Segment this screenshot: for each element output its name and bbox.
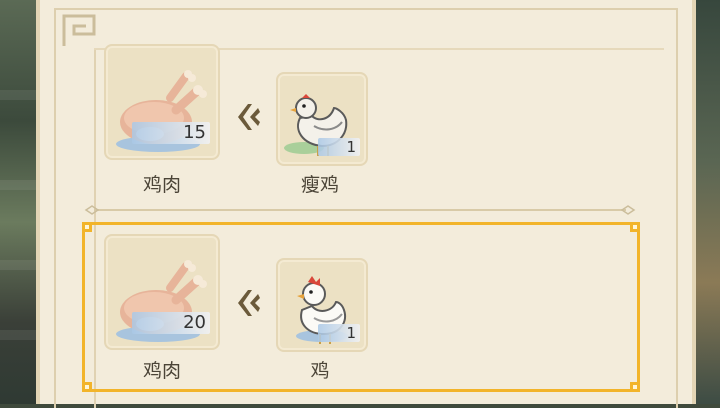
selection-corner-marker: [82, 382, 92, 392]
recipe-2-output-slot[interactable]: 20: [104, 234, 220, 350]
double-chevron-left-icon: [238, 290, 260, 316]
recipe-1-output-slot[interactable]: 15: [104, 44, 220, 160]
selection-corner-marker: [630, 382, 640, 392]
corner-ornament-icon: [62, 14, 96, 46]
recipe-1-input-slot[interactable]: 1: [276, 72, 368, 166]
recipe-divider: [84, 205, 636, 215]
recipe-2-input-count: 1: [318, 324, 360, 342]
recipe-2-input-slot[interactable]: 1: [276, 258, 368, 352]
recipe-1-input-name: 瘦鸡: [300, 174, 339, 196]
recipe-1-output-name: 鸡肉: [142, 174, 181, 196]
recipe-1-output-count: 15: [132, 122, 210, 144]
recipe-1-input-count: 1: [318, 138, 360, 156]
selection-corner-marker: [630, 222, 640, 232]
recipe-2-output-count: 20: [132, 312, 210, 334]
recipe-2-input-name: 鸡: [310, 360, 330, 382]
double-chevron-left-icon: [238, 104, 260, 130]
selection-corner-marker: [82, 222, 92, 232]
recipe-2-output-name: 鸡肉: [142, 360, 181, 382]
